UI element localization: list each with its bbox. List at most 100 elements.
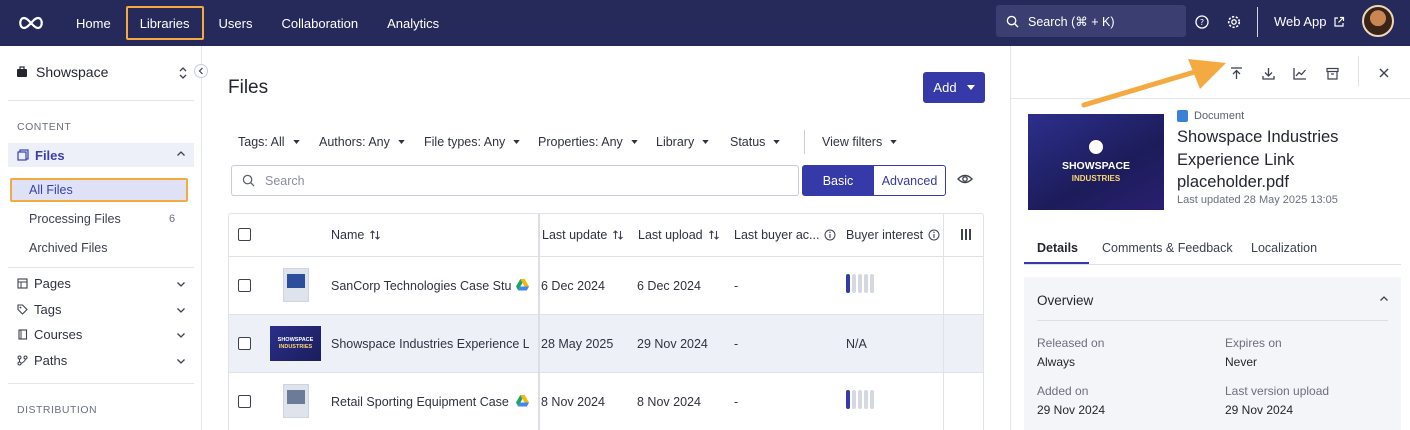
archive-icon[interactable] [1324,65,1340,81]
file-name[interactable]: SanCorp Technologies Case Stu... [331,279,511,293]
add-button[interactable]: Add [923,72,985,103]
workspace-name: Showspace [36,64,109,80]
filter-file-types[interactable]: File types: Any [424,135,520,149]
eye-icon[interactable] [957,172,973,186]
chevron-updown-icon[interactable] [178,66,188,80]
row-checkbox[interactable] [238,279,251,292]
tab-comments-feedback[interactable]: Comments & Feedback [1102,241,1233,255]
table-row[interactable]: SanCorp Technologies Case Stu... 6 Dec 2… [229,257,983,315]
caret-down-icon [398,140,405,144]
sidebar-item-archived-files[interactable]: Archived Files [29,241,108,255]
basic-search-toggle[interactable]: Basic [802,165,874,196]
file-thumbnail [283,268,309,302]
global-search[interactable]: Search (⌘ + K) [996,5,1186,37]
sidebar-item-paths[interactable]: Paths [17,353,67,368]
chevron-down-icon[interactable] [176,330,186,340]
nav-users[interactable]: Users [205,6,267,40]
search-input[interactable] [265,173,765,188]
help-icon[interactable]: ? [1192,12,1212,32]
table-row[interactable]: SHOWSPACE INDUSTRIES Showspace Industrie… [229,315,983,373]
filter-status[interactable]: Status [730,135,781,149]
distribution-section-label: DISTRIBUTION [17,404,98,416]
pages-icon [17,278,28,289]
sidebar-item-pages[interactable]: Pages [17,276,71,291]
filter-authors[interactable]: Authors: Any [319,135,405,149]
close-icon[interactable] [1376,65,1392,81]
analytics-chart-icon[interactable] [1292,65,1308,81]
processing-count: 6 [169,213,176,225]
google-drive-icon [516,279,529,291]
filter-library[interactable]: Library [656,135,709,149]
sidebar-item-files[interactable]: Files [8,143,194,167]
advanced-search-toggle[interactable]: Advanced [873,165,946,196]
expires-on-label: Expires on [1225,336,1282,350]
filter-authors-label: Authors: Any [319,135,390,149]
last-upload-value: 29 Nov 2024 [637,337,708,351]
sidebar-item-tags[interactable]: Tags [17,302,61,317]
buyer-interest-meter [846,390,874,409]
row-checkbox[interactable] [238,395,251,408]
chevron-down-icon[interactable] [176,356,186,366]
preview-brand: SHOWSPACE [1061,159,1131,172]
row-checkbox[interactable] [238,337,251,350]
overview-divider [1037,320,1388,321]
file-name[interactable]: Showspace Industries Experience L... [331,337,529,351]
columns-settings-icon[interactable] [960,228,972,241]
nav-home[interactable]: Home [62,6,125,40]
chevron-up-icon[interactable] [1379,294,1389,304]
overview-title[interactable]: Overview [1037,293,1093,308]
overview-section: Overview Released on Always Expires on N… [1024,277,1401,430]
logo-icon[interactable] [0,0,62,46]
last-buyer-value: - [734,395,739,409]
sidebar-item-all-files[interactable]: All Files [10,178,188,202]
tab-localization[interactable]: Localization [1251,241,1317,255]
nav-analytics[interactable]: Analytics [373,6,453,40]
filter-tags[interactable]: Tags: All [238,135,300,149]
nav-collaboration[interactable]: Collaboration [268,6,373,40]
chevron-down-icon[interactable] [176,305,186,315]
chevron-down-icon[interactable] [176,279,186,289]
nav-divider [1257,7,1258,37]
table-row[interactable]: Retail Sporting Equipment Case ... 8 Nov… [229,373,983,430]
file-preview-thumbnail[interactable]: SHOWSPACE INDUSTRIES [1028,114,1164,210]
released-on-label: Released on [1037,336,1105,350]
column-last-upload[interactable]: Last upload [638,228,720,242]
column-last-update[interactable]: Last update [542,228,624,242]
caret-down-icon [292,140,300,144]
sort-icon [370,230,381,240]
paths-label: Paths [34,353,68,368]
buyer-interest-value: N/A [846,337,867,351]
sidebar: Showspace CONTENT Files All Files Proces… [0,46,208,430]
sidebar-item-courses[interactable]: Courses [17,327,82,342]
column-last-buyer-activity[interactable]: Last buyer ac... [734,228,836,242]
sidebar-item-processing-files[interactable]: Processing Files [29,212,121,226]
column-name-label: Name [331,228,365,242]
file-name[interactable]: Retail Sporting Equipment Case ... [331,395,511,409]
filter-properties[interactable]: Properties: Any [538,135,638,149]
avatar[interactable] [1362,5,1394,37]
view-filters[interactable]: View filters [822,135,897,149]
column-buyer-interest[interactable]: Buyer interest [846,228,940,242]
download-icon[interactable] [1260,65,1276,81]
search-icon [242,174,255,187]
sidebar-divider [8,100,194,101]
upload-icon[interactable] [1228,65,1244,81]
column-last-update-label: Last update [542,228,608,242]
workspace-switcher[interactable]: Showspace [16,64,108,80]
collapse-sidebar-button[interactable] [194,64,208,78]
nav-libraries[interactable]: Libraries [125,6,204,40]
gear-icon[interactable] [1224,12,1244,32]
book-icon [18,329,28,340]
tab-details[interactable]: Details [1037,241,1078,255]
add-button-label: Add [933,80,957,95]
caret-down-icon [966,85,975,90]
web-app-link[interactable]: Web App [1274,14,1345,29]
filter-tags-label: Tags: All [238,135,285,149]
select-all-checkbox[interactable] [238,228,251,241]
info-icon [824,229,836,241]
tag-icon [17,304,28,315]
column-name[interactable]: Name [331,228,381,242]
file-thumbnail: SHOWSPACE INDUSTRIES [270,326,321,361]
top-nav: Home Libraries Users Collaboration Analy… [0,0,1410,46]
files-icon [17,149,29,161]
